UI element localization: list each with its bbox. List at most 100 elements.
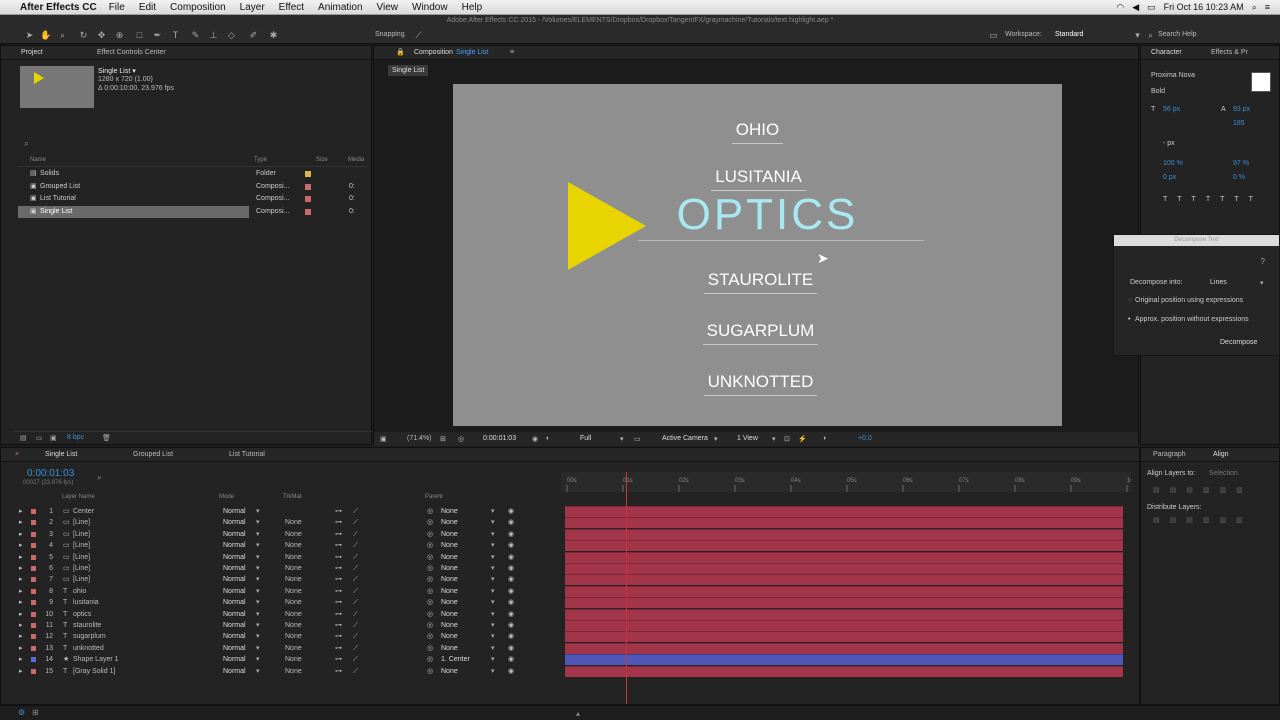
brush-tool-icon[interactable]: ✎ [190,30,201,41]
parent-select[interactable]: None [441,643,458,654]
label-swatch[interactable] [31,623,36,628]
chevron-down-icon[interactable]: ▾ [491,552,495,563]
project-item[interactable]: ▤ Solids Folder [18,168,368,180]
label-swatch[interactable] [31,543,36,549]
chevron-down-icon[interactable]: ▾ [491,597,495,608]
chevron-down-icon[interactable]: ▾ [256,620,260,631]
label-swatch[interactable] [31,531,36,537]
chevron-down-icon[interactable]: ▾ [256,574,260,585]
menu-view[interactable]: View [377,2,399,13]
battery-icon[interactable]: ▭ [1147,2,1156,13]
status-icon[interactable]: ⊞ [32,708,39,717]
layer-duration-bar[interactable] [565,654,1123,666]
trkmat-select[interactable]: None [285,643,302,654]
layer-duration-bar[interactable] [565,528,1123,540]
shy-switch-icon[interactable]: ⊶ [335,620,342,631]
time-ruler[interactable]: 00s 01s 02s 03s 04s 05s 06s 07s 08s 09s 10 [561,472,1134,492]
chevron-down-icon[interactable]: ▾ [491,540,495,551]
layer-name[interactable]: Center [73,506,94,517]
col-type[interactable]: Type [254,157,267,163]
font-style-select[interactable]: Bold [1151,88,1165,95]
layer-duration-bar[interactable] [565,563,1123,574]
label-swatch[interactable] [31,611,36,617]
blend-mode-select[interactable]: Normal [223,552,246,563]
trkmat-select[interactable]: None [285,529,302,540]
trash-icon[interactable]: 🗑 [102,434,111,442]
pen-tool-icon[interactable]: ✒ [152,30,163,41]
label-swatch[interactable] [31,509,36,514]
shy-switch-icon[interactable]: ⊶ [335,517,342,528]
expand-arrow-icon[interactable]: ▸ [19,540,23,551]
pan-behind-tool-icon[interactable]: ⊕ [114,30,125,41]
expand-arrow-icon[interactable]: ▸ [19,586,23,597]
shy-switch-icon[interactable]: ⊶ [335,609,342,620]
shy-switch-icon[interactable]: ⊶ [335,563,342,574]
camera-select[interactable]: Active Camera [662,435,708,442]
tab-composition[interactable]: Composition [408,46,459,60]
parent-select[interactable]: 1. Center [441,654,470,665]
help-icon[interactable]: ? [1261,257,1265,266]
pickwhip-icon[interactable]: ◎ [427,517,433,528]
quality-switch-icon[interactable]: ⟋ [353,517,358,528]
chevron-down-icon[interactable]: ▾ [491,529,495,540]
pickwhip-icon[interactable]: ◎ [427,586,433,597]
chevron-down-icon[interactable]: ▾ [491,666,495,677]
layer-row[interactable]: ▸ 13 Tunknotted Normal ▾ None ⊶ ⟋ ◎ None ▾ ◉ [1,643,557,654]
layer-duration-bar[interactable] [565,608,1123,620]
chevron-down-icon[interactable]: ▾ [256,540,260,551]
decompose-into-select[interactable]: Lines [1210,279,1227,286]
shy-switch-icon[interactable]: ⊶ [335,597,342,608]
layer-row[interactable]: ▸ 5 ▭ [Line] Normal ▾ None ⊶ ⟋ ◎ None ▾ ◉ [1,552,557,563]
toggle-pixel-icon[interactable]: ⊡ [784,435,790,443]
workspace-chevron-icon[interactable]: ▾ [1132,30,1143,41]
faux-style-buttons[interactable]: TTTTTTT [1163,196,1263,203]
layer-duration-bar[interactable] [565,574,1123,586]
trkmat-select[interactable]: None [285,574,302,585]
header-trkmat[interactable]: TrkMat [283,494,301,500]
quality-switch-icon[interactable]: ⟋ [353,529,358,540]
resolution-select[interactable]: Full [580,435,591,442]
chevron-down-icon[interactable]: ▾ [491,586,495,597]
leading-value[interactable]: 93 px [1233,106,1250,113]
layer-duration-bar[interactable] [565,506,1123,517]
layer-row[interactable]: ▸ 2 ▭ [Line] Normal ▾ None ⊶ ⟋ ◎ None ▾ ◉ [1,517,557,528]
parent-select[interactable]: None [441,620,458,631]
expand-arrow-icon[interactable]: ▸ [19,666,23,677]
camera-tool-icon[interactable]: ✥ [96,30,107,41]
blend-mode-select[interactable]: Normal [223,620,246,631]
parent-select[interactable]: None [441,506,458,517]
chevron-down-icon[interactable]: ▾ [256,609,260,620]
chevron-down-icon[interactable]: ▾ [491,631,495,642]
shy-switch-icon[interactable]: ⊶ [335,654,342,665]
trkmat-select[interactable]: None [285,517,302,528]
tab-align[interactable]: Align [1207,448,1235,462]
layer-duration-bar[interactable] [565,620,1123,631]
close-icon[interactable]: × [9,448,25,462]
camera-icon[interactable]: ◉ [532,435,538,443]
eraser-tool-icon[interactable]: ◇ [226,30,237,41]
trkmat-select[interactable]: None [285,586,302,597]
blend-mode-select[interactable]: Normal [223,563,246,574]
chevron-down-icon[interactable]: ▾ [772,435,776,443]
chevron-down-icon[interactable]: ▾ [256,643,260,654]
label-swatch[interactable] [305,209,311,215]
status-icon[interactable]: ⚙ [18,708,25,717]
hand-tool-icon[interactable]: ✋ [40,30,51,41]
trkmat-select[interactable]: None [285,654,302,665]
chevron-down-icon[interactable]: ▾ [491,643,495,654]
exposure-icon[interactable]: ◑ [822,435,826,442]
exposure-value[interactable]: +0.0 [858,435,872,442]
chevron-down-icon[interactable]: ▾ [256,529,260,540]
blend-mode-select[interactable]: Normal [223,506,246,517]
label-swatch[interactable] [31,520,36,526]
quality-switch-icon[interactable]: ⟋ [353,597,358,608]
tab-grouped-list[interactable]: Grouped List [127,448,179,462]
blend-mode-select[interactable]: Normal [223,666,246,677]
trkmat-select[interactable]: None [285,609,302,620]
trkmat-select[interactable]: None [285,620,302,631]
label-swatch[interactable] [31,554,36,560]
shy-switch-icon[interactable]: ⊶ [335,631,342,642]
visibility-icon[interactable]: ◉ [508,540,514,551]
project-item-selected[interactable]: ▣ Single List [18,206,249,218]
comp-subtab[interactable]: Single List [388,65,429,76]
